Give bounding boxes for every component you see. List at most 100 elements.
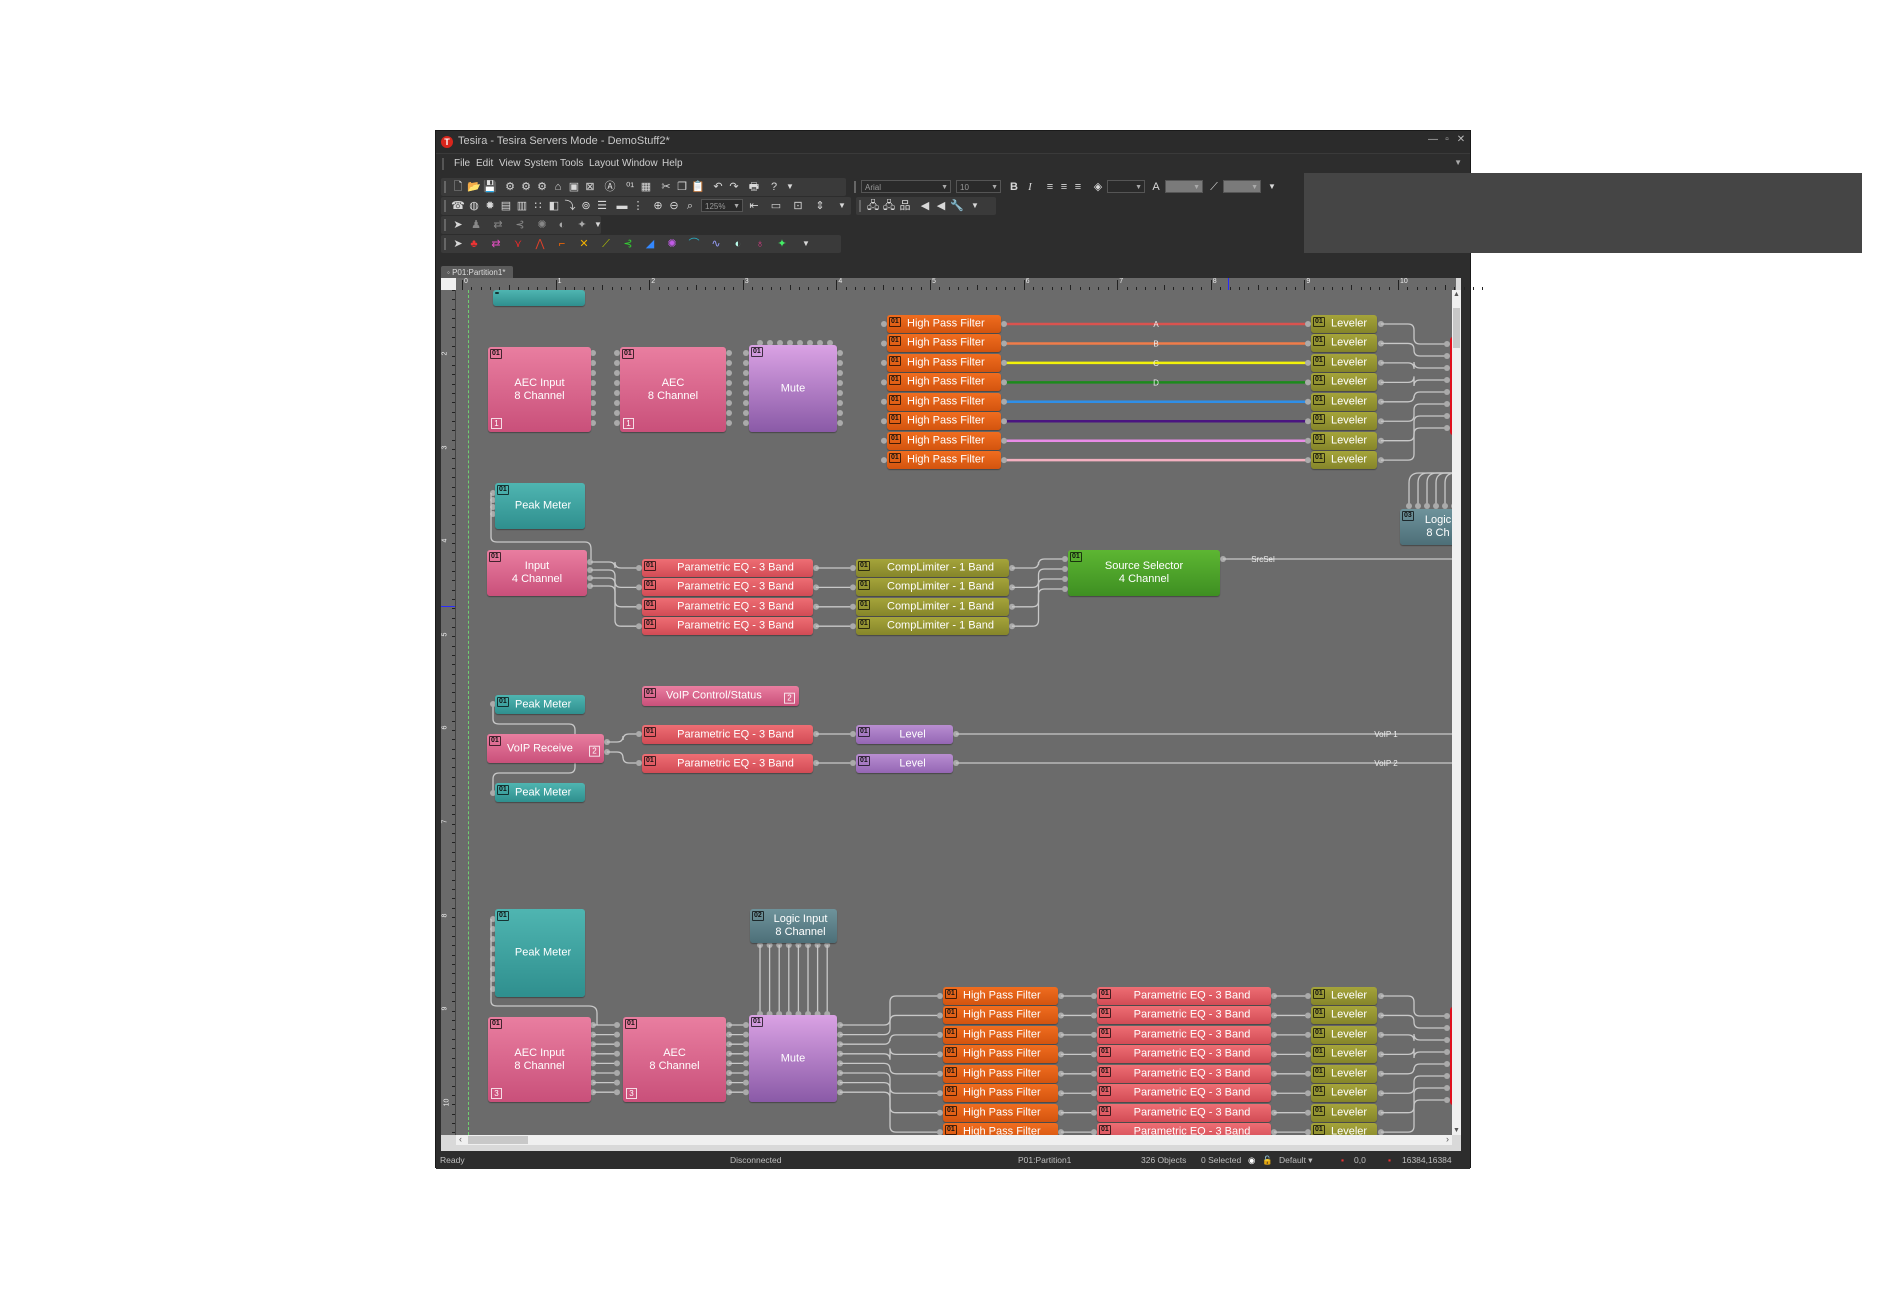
port-pin[interactable] [726,390,732,396]
port-pin[interactable] [837,370,843,376]
high-pass-filter-block[interactable]: 01 High Pass Filter [943,1006,1058,1025]
ruler-icon[interactable]: ▬ [615,199,629,213]
distribute-icon[interactable]: ⇤ [747,199,761,213]
fill-color-icon[interactable]: ◈ [1091,180,1105,194]
level-block[interactable]: 01 Level [856,754,953,773]
port-pin[interactable] [1001,437,1007,444]
mixer-icon[interactable]: ⋎ [511,237,525,251]
italic-button[interactable]: I [1023,180,1037,194]
line-color-icon[interactable]: ⟋ [1207,180,1221,194]
port-pin[interactable] [837,410,843,416]
menu-window[interactable]: Window [622,158,658,169]
parametric-eq-block[interactable]: 01 Parametric EQ - 3 Band [1097,1123,1271,1135]
text-box-icon[interactable]: Ⓐ [603,180,617,194]
menu-tools[interactable]: Tools [560,158,583,169]
high-pass-filter-block[interactable]: 01 High Pass Filter [887,431,1001,450]
leveler-block[interactable]: 01 Leveler [1311,1123,1377,1135]
scroll-left-icon[interactable]: ‹ [459,1134,462,1144]
window-icon[interactable]: ▣ [567,180,581,194]
leveler-block[interactable]: 01 Leveler [1311,1006,1377,1025]
space-icon[interactable]: ⇕ [813,199,827,213]
wire[interactable] [1381,376,1447,387]
export-icon[interactable]: ⤵ [563,199,577,213]
port-pin[interactable] [1001,418,1007,425]
high-pass-filter-block[interactable]: 01 High Pass Filter [887,353,1001,372]
equalizer-icon[interactable]: ⋀ [533,237,547,251]
leveler-block[interactable]: 01 Leveler [1311,1045,1377,1064]
wire[interactable] [1444,472,1452,506]
save-icon[interactable]: 💾 [483,180,497,194]
port-pin[interactable] [837,350,843,356]
mute-block[interactable]: 01 Mute [749,345,837,432]
lock-icon[interactable]: ⌂ [551,180,565,194]
complimiter-block[interactable]: 01 CompLimiter - 1 Band [856,597,1009,616]
block-icon[interactable]: ◧ [547,199,561,213]
align-left-icon[interactable]: ≡ [1043,180,1057,194]
input-block[interactable]: 01 Input 4 Channel [487,550,587,596]
port-pin[interactable] [726,420,732,426]
wire[interactable] [1381,427,1447,461]
peak-meter-block[interactable]: 01 Peak Meter [495,783,585,802]
complimiter-block[interactable]: 01 CompLimiter - 1 Band [856,617,1009,636]
wrench-icon[interactable]: 🔧 [950,199,964,213]
port-pin[interactable] [837,360,843,366]
pointer-icon[interactable]: ➤ [451,237,465,251]
leveler-block[interactable]: 01 Leveler [1311,431,1377,450]
device-add-icon[interactable]: ⚙ [519,180,533,194]
gear-icon[interactable]: ✺ [535,218,549,232]
fill-color-select[interactable]: ▼ [1107,180,1145,193]
port-pin[interactable] [726,410,732,416]
help-dropdown-icon[interactable]: ▼ [783,180,797,194]
align-right-icon[interactable]: ≡ [1071,180,1085,194]
wire[interactable] [840,1062,940,1075]
font-color-select[interactable]: ▼ [1165,180,1203,193]
align-center-icon[interactable]: ≡ [1057,180,1071,194]
wire[interactable] [591,561,639,569]
generator-icon[interactable]: ∿ [709,237,723,251]
logic-icon[interactable]: ⌒ [687,237,701,251]
font-size-select[interactable]: 10 ▼ [956,180,1001,193]
high-pass-filter-block[interactable]: 01 High Pass Filter [943,1084,1058,1103]
high-pass-filter-block[interactable]: 01 High Pass Filter [887,334,1001,353]
port-pin[interactable] [1001,340,1007,347]
grid-icon[interactable]: ▦ [639,180,653,194]
wire[interactable] [1012,558,1065,569]
logic-block-partial[interactable]: 03 Logic 8 Ch [1400,509,1452,545]
zoom-select[interactable]: 125% ▼ [701,199,743,212]
leveler-block[interactable]: 01 Leveler [1311,1025,1377,1044]
menu-layout[interactable]: Layout [589,158,619,169]
high-pass-filter-block[interactable]: 01 High Pass Filter [943,1025,1058,1044]
device-icon[interactable]: ⚙ [503,180,517,194]
custom-icon[interactable]: ✦ [775,237,789,251]
router-icon[interactable]: ⇄ [491,218,505,232]
aec-block[interactable]: 01 AEC 8 Channel 3 [623,1017,726,1102]
pointer-icon[interactable]: ➤ [451,218,465,232]
logic-input-block[interactable]: 02 Logic Input 8 Channel [750,909,837,943]
zoom-fit-icon[interactable]: ⌕ [683,199,697,213]
leveler-block[interactable]: 01 Leveler [1311,1084,1377,1103]
sun-icon[interactable]: ✹ [483,199,497,213]
parametric-eq-block[interactable]: 01 Parametric EQ - 3 Band [1097,1006,1271,1025]
menu-file[interactable]: File [454,158,470,169]
leveler-block[interactable]: 01 Leveler [1311,987,1377,1005]
design-canvas[interactable]: A B C D SrcSel VoIP 1 VoIP 2 01 AEC Input 8 Cha… [456,290,1452,1135]
menu-help[interactable]: Help [662,158,683,169]
port-pin[interactable] [614,1050,620,1057]
menu-edit[interactable]: Edit [476,158,493,169]
wire[interactable] [1381,361,1447,369]
leveler-block[interactable]: 01 Leveler [1311,1064,1377,1083]
leveler-block[interactable]: 01 Leveler [1311,412,1377,431]
close-button[interactable]: ✕ [1454,134,1468,145]
eye-icon[interactable]: ◉ [1248,1155,1255,1166]
peak-meter-block[interactable]: 01 Peak Meter [495,483,585,529]
lock-open-icon[interactable]: 🔓 [1262,1155,1273,1166]
peak-meter-block[interactable]: 01 Peak Meter [495,695,585,714]
menu-system[interactable]: System [524,158,557,169]
wire[interactable] [607,751,639,764]
snap-grid-icon[interactable]: ⋮ [631,199,645,213]
parametric-eq-block[interactable]: 01 Parametric EQ - 3 Band [642,754,813,773]
cut-icon[interactable]: ✂ [659,180,673,194]
network-icon[interactable]: 🖧 [866,199,880,213]
high-pass-filter-block[interactable]: 01 High Pass Filter [943,1103,1058,1122]
voip-receive-block[interactable]: 01 VoIP Receive 2 [487,734,604,763]
